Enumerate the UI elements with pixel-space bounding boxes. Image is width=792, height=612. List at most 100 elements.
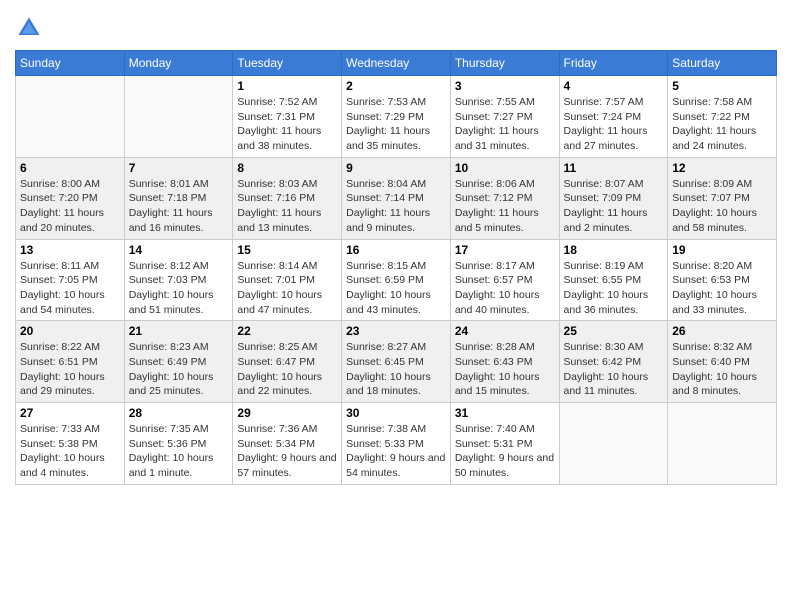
calendar-cell: 5Sunrise: 7:58 AMSunset: 7:22 PMDaylight… xyxy=(668,76,777,158)
calendar-cell: 28 Sunrise: 7:35 AMSunset: 5:36 PMDayligh… xyxy=(124,403,233,485)
day-info: Sunrise: 7:36 AMSunset: 5:34 PMDaylight:… xyxy=(237,422,337,481)
day-number: 4 xyxy=(564,79,664,93)
page-container: SundayMondayTuesdayWednesdayThursdayFrid… xyxy=(0,0,792,495)
calendar: SundayMondayTuesdayWednesdayThursdayFrid… xyxy=(15,50,777,485)
calendar-cell: 6 Sunrise: 8:00 AMSunset: 7:20 PMDaylight… xyxy=(16,157,125,239)
day-info: Sunrise: 8:19 AMSunset: 6:55 PMDaylight:… xyxy=(564,259,664,318)
day-number: 31 xyxy=(455,406,555,420)
day-info: Sunrise: 8:07 AMSunset: 7:09 PMDaylight:… xyxy=(564,177,664,236)
calendar-cell: 27 Sunrise: 7:33 AMSunset: 5:38 PMDayligh… xyxy=(16,403,125,485)
calendar-cell xyxy=(668,403,777,485)
day-number: 21 xyxy=(129,324,229,338)
day-number: 8 xyxy=(237,161,337,175)
day-number: 3 xyxy=(455,79,555,93)
calendar-cell: 18 Sunrise: 8:19 AMSunset: 6:55 PMDayligh… xyxy=(559,239,668,321)
day-info: Sunrise: 8:09 AMSunset: 7:07 PMDaylight:… xyxy=(672,177,772,236)
day-info: Sunrise: 8:22 AMSunset: 6:51 PMDaylight:… xyxy=(20,340,120,399)
day-number: 22 xyxy=(237,324,337,338)
calendar-cell: 30Sunrise: 7:38 AMSunset: 5:33 PMDayligh… xyxy=(342,403,451,485)
day-number: 29 xyxy=(237,406,337,420)
calendar-cell: 15 Sunrise: 8:14 AMSunset: 7:01 PMDayligh… xyxy=(233,239,342,321)
day-number: 27 xyxy=(20,406,120,420)
day-number: 5 xyxy=(672,79,772,93)
calendar-cell: 20 Sunrise: 8:22 AMSunset: 6:51 PMDayligh… xyxy=(16,321,125,403)
calendar-cell: 31 Sunrise: 7:40 AMSunset: 5:31 PMDayligh… xyxy=(450,403,559,485)
calendar-cell xyxy=(16,76,125,158)
day-info: Sunrise: 8:25 AMSunset: 6:47 PMDaylight:… xyxy=(237,340,337,399)
day-number: 6 xyxy=(20,161,120,175)
day-info: Sunrise: 7:40 AMSunset: 5:31 PMDaylight:… xyxy=(455,422,555,481)
day-info: Sunrise: 8:23 AMSunset: 6:49 PMDaylight:… xyxy=(129,340,229,399)
weekday-header-thursday: Thursday xyxy=(450,51,559,76)
day-info: Sunrise: 8:03 AMSunset: 7:16 PMDaylight:… xyxy=(237,177,337,236)
day-info: Sunrise: 8:01 AMSunset: 7:18 PMDaylight:… xyxy=(129,177,229,236)
day-number: 10 xyxy=(455,161,555,175)
day-number: 2 xyxy=(346,79,446,93)
day-number: 28 xyxy=(129,406,229,420)
calendar-cell: 9 Sunrise: 8:04 AMSunset: 7:14 PMDaylight… xyxy=(342,157,451,239)
day-info: Sunrise: 8:06 AMSunset: 7:12 PMDaylight:… xyxy=(455,177,555,236)
day-info: Sunrise: 8:30 AMSunset: 6:42 PMDaylight:… xyxy=(564,340,664,399)
calendar-cell: 25 Sunrise: 8:30 AMSunset: 6:42 PMDayligh… xyxy=(559,321,668,403)
week-row-2: 6 Sunrise: 8:00 AMSunset: 7:20 PMDaylight… xyxy=(16,157,777,239)
calendar-cell: 13 Sunrise: 8:11 AMSunset: 7:05 PMDayligh… xyxy=(16,239,125,321)
day-number: 7 xyxy=(129,161,229,175)
day-number: 18 xyxy=(564,243,664,257)
day-info: Sunrise: 7:52 AMSunset: 7:31 PMDaylight:… xyxy=(237,95,337,154)
week-row-4: 20 Sunrise: 8:22 AMSunset: 6:51 PMDayligh… xyxy=(16,321,777,403)
day-number: 13 xyxy=(20,243,120,257)
day-info: Sunrise: 7:33 AMSunset: 5:38 PMDaylight:… xyxy=(20,422,120,481)
day-info: Sunrise: 8:14 AMSunset: 7:01 PMDaylight:… xyxy=(237,259,337,318)
day-info: Sunrise: 8:32 AMSunset: 6:40 PMDaylight:… xyxy=(672,340,772,399)
day-info: Sunrise: 8:28 AMSunset: 6:43 PMDaylight:… xyxy=(455,340,555,399)
calendar-cell: 4 Sunrise: 7:57 AMSunset: 7:24 PMDaylight… xyxy=(559,76,668,158)
day-info: Sunrise: 8:27 AMSunset: 6:45 PMDaylight:… xyxy=(346,340,446,399)
day-number: 17 xyxy=(455,243,555,257)
calendar-cell: 24Sunrise: 8:28 AMSunset: 6:43 PMDayligh… xyxy=(450,321,559,403)
calendar-cell xyxy=(559,403,668,485)
day-number: 20 xyxy=(20,324,120,338)
calendar-cell: 22 Sunrise: 8:25 AMSunset: 6:47 PMDayligh… xyxy=(233,321,342,403)
weekday-header-row: SundayMondayTuesdayWednesdayThursdayFrid… xyxy=(16,51,777,76)
day-info: Sunrise: 8:12 AMSunset: 7:03 PMDaylight:… xyxy=(129,259,229,318)
calendar-cell: 12 Sunrise: 8:09 AMSunset: 7:07 PMDayligh… xyxy=(668,157,777,239)
day-info: Sunrise: 8:20 AMSunset: 6:53 PMDaylight:… xyxy=(672,259,772,318)
calendar-cell xyxy=(124,76,233,158)
calendar-cell: 29 Sunrise: 7:36 AMSunset: 5:34 PMDayligh… xyxy=(233,403,342,485)
calendar-cell: 14 Sunrise: 8:12 AMSunset: 7:03 PMDayligh… xyxy=(124,239,233,321)
calendar-cell: 8 Sunrise: 8:03 AMSunset: 7:16 PMDaylight… xyxy=(233,157,342,239)
day-number: 30 xyxy=(346,406,446,420)
weekday-header-friday: Friday xyxy=(559,51,668,76)
day-info: Sunrise: 8:17 AMSunset: 6:57 PMDaylight:… xyxy=(455,259,555,318)
day-number: 12 xyxy=(672,161,772,175)
day-info: Sunrise: 8:04 AMSunset: 7:14 PMDaylight:… xyxy=(346,177,446,236)
day-number: 25 xyxy=(564,324,664,338)
logo xyxy=(15,14,47,42)
day-number: 1 xyxy=(237,79,337,93)
day-number: 15 xyxy=(237,243,337,257)
week-row-5: 27 Sunrise: 7:33 AMSunset: 5:38 PMDayligh… xyxy=(16,403,777,485)
header xyxy=(15,10,777,42)
day-number: 9 xyxy=(346,161,446,175)
day-number: 16 xyxy=(346,243,446,257)
weekday-header-wednesday: Wednesday xyxy=(342,51,451,76)
day-info: Sunrise: 8:11 AMSunset: 7:05 PMDaylight:… xyxy=(20,259,120,318)
day-number: 11 xyxy=(564,161,664,175)
day-number: 26 xyxy=(672,324,772,338)
week-row-1: 1 Sunrise: 7:52 AMSunset: 7:31 PMDaylight… xyxy=(16,76,777,158)
day-number: 14 xyxy=(129,243,229,257)
weekday-header-saturday: Saturday xyxy=(668,51,777,76)
day-info: Sunrise: 8:15 AMSunset: 6:59 PMDaylight:… xyxy=(346,259,446,318)
weekday-header-monday: Monday xyxy=(124,51,233,76)
calendar-cell: 1 Sunrise: 7:52 AMSunset: 7:31 PMDaylight… xyxy=(233,76,342,158)
day-info: Sunrise: 7:35 AMSunset: 5:36 PMDaylight:… xyxy=(129,422,229,481)
calendar-cell: 19 Sunrise: 8:20 AMSunset: 6:53 PMDayligh… xyxy=(668,239,777,321)
day-info: Sunrise: 8:00 AMSunset: 7:20 PMDaylight:… xyxy=(20,177,120,236)
calendar-cell: 16 Sunrise: 8:15 AMSunset: 6:59 PMDayligh… xyxy=(342,239,451,321)
calendar-cell: 17 Sunrise: 8:17 AMSunset: 6:57 PMDayligh… xyxy=(450,239,559,321)
day-info: Sunrise: 7:55 AMSunset: 7:27 PMDaylight:… xyxy=(455,95,555,154)
calendar-cell: 26 Sunrise: 8:32 AMSunset: 6:40 PMDayligh… xyxy=(668,321,777,403)
day-number: 19 xyxy=(672,243,772,257)
calendar-cell: 23Sunrise: 8:27 AMSunset: 6:45 PMDayligh… xyxy=(342,321,451,403)
day-info: Sunrise: 7:57 AMSunset: 7:24 PMDaylight:… xyxy=(564,95,664,154)
